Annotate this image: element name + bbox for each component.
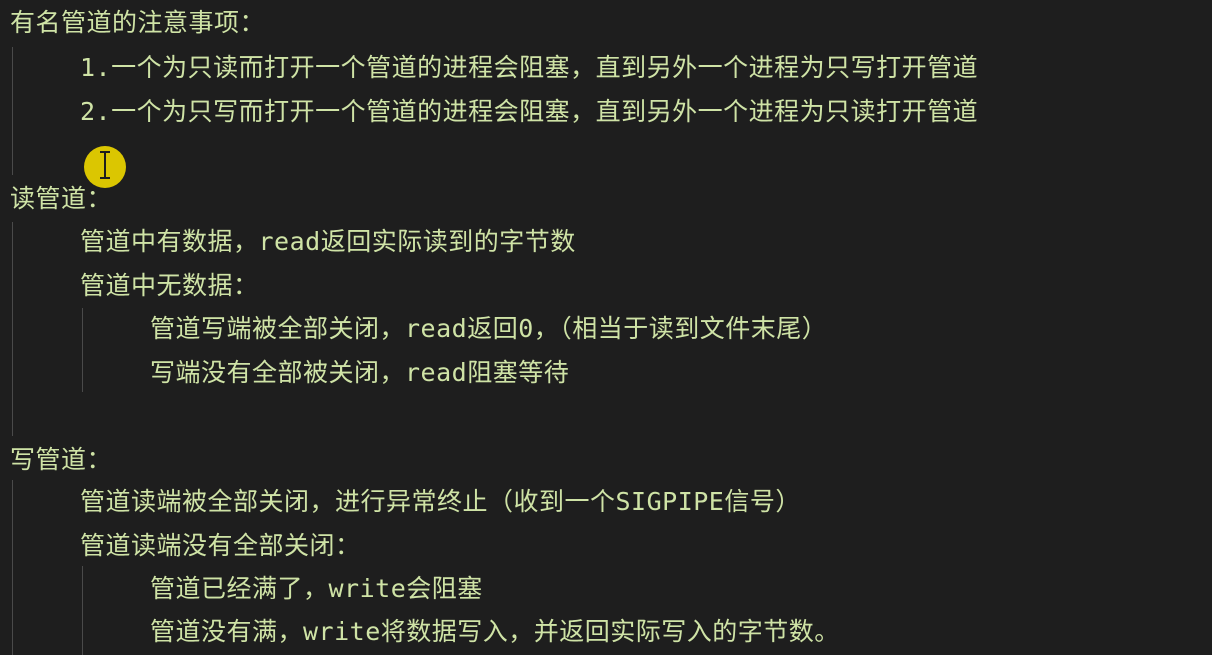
editor-line[interactable]: 读管道： [0,177,1212,220]
editor-line[interactable]: 管道读端被全部关闭，进行异常终止（收到一个SIGPIPE信号） [0,480,1212,523]
editor-line[interactable] [0,394,1212,437]
editor-line[interactable]: 管道写端被全部关闭，read返回0，（相当于读到文件末尾） [0,307,1212,350]
editor-line[interactable]: 管道读端没有全部关闭： [0,524,1212,567]
editor-line[interactable] [0,133,1212,176]
editor-line[interactable]: 管道中无数据： [0,264,1212,307]
editor-line[interactable]: 2.一个为只写而打开一个管道的进程会阻塞，直到另外一个进程为只读打开管道 [0,90,1212,133]
text-editor[interactable]: 有名管道的注意事项： 1.一个为只读而打开一个管道的进程会阻塞，直到另外一个进程… [0,0,1212,655]
editor-line[interactable]: 写端没有全部被关闭，read阻塞等待 [0,351,1212,394]
editor-line[interactable]: 管道没有满，write将数据写入，并返回实际写入的字节数。 [0,610,1212,653]
editor-line[interactable]: 管道已经满了，write会阻塞 [0,567,1212,610]
editor-line[interactable]: 写管道： [0,438,1212,481]
editor-line[interactable]: 1.一个为只读而打开一个管道的进程会阻塞，直到另外一个进程为只写打开管道 [0,46,1212,89]
editor-line[interactable]: 管道中有数据，read返回实际读到的字节数 [0,220,1212,263]
editor-line[interactable]: 有名管道的注意事项： [0,1,1212,44]
i-beam-cursor-icon [100,151,110,179]
